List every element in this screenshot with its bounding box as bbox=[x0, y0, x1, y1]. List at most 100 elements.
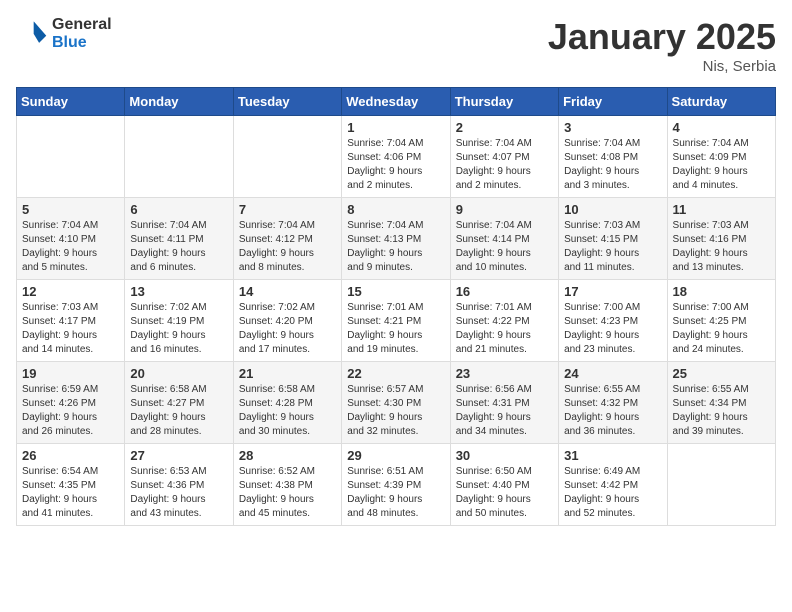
calendar-day: 15Sunrise: 7:01 AM Sunset: 4:21 PM Dayli… bbox=[342, 280, 450, 362]
day-number: 24 bbox=[564, 366, 661, 381]
calendar-day: 9 Sunrise: 7:04 AM Sunset: 4:14 PM Daylig… bbox=[450, 198, 558, 280]
calendar-day: 28 Sunrise: 6:52 AM Sunset: 4:38 PM Dayli… bbox=[233, 444, 341, 526]
day-info: Sunrise: 7:04 AM Sunset: 4:10 PM Dayligh… bbox=[22, 219, 119, 275]
day-info: Sunrise: 6:58 AM Sunset: 4:28 PM Dayligh… bbox=[239, 383, 336, 439]
weekday-header-tuesday: Tuesday bbox=[233, 88, 341, 116]
day-info: Sunrise: 7:02 AM Sunset: 4:19 PM Dayligh… bbox=[130, 301, 227, 357]
weekday-header-wednesday: Wednesday bbox=[342, 88, 450, 116]
day-info: Sunrise: 6:54 AM Sunset: 4:35 PM Dayligh… bbox=[22, 465, 119, 521]
day-number: 14 bbox=[239, 284, 336, 299]
day-number: 18 bbox=[673, 284, 770, 299]
calendar-day: 25Sunrise: 6:55 AM Sunset: 4:34 PM Dayli… bbox=[667, 362, 775, 444]
day-info: Sunrise: 6:51 AM Sunset: 4:39 PM Dayligh… bbox=[347, 465, 444, 521]
day-info: Sunrise: 7:01 AM Sunset: 4:22 PM Dayligh… bbox=[456, 301, 553, 357]
logo-general-text: General bbox=[52, 16, 112, 34]
day-number: 3 bbox=[564, 120, 661, 135]
calendar-day: 24Sunrise: 6:55 AM Sunset: 4:32 PM Dayli… bbox=[559, 362, 667, 444]
calendar-day bbox=[125, 116, 233, 198]
calendar-day: 31 Sunrise: 6:49 AM Sunset: 4:42 PM Dayli… bbox=[559, 444, 667, 526]
calendar-day: 10 Sunrise: 7:03 AM Sunset: 4:15 PM Dayli… bbox=[559, 198, 667, 280]
day-info: Sunrise: 6:59 AM Sunset: 4:26 PM Dayligh… bbox=[22, 383, 119, 439]
calendar-day: 4 Sunrise: 7:04 AM Sunset: 4:09 PM Daylig… bbox=[667, 116, 775, 198]
calendar-day: 30 Sunrise: 6:50 AM Sunset: 4:40 PM Dayli… bbox=[450, 444, 558, 526]
day-number: 20 bbox=[130, 366, 227, 381]
day-info: Sunrise: 6:58 AM Sunset: 4:27 PM Dayligh… bbox=[130, 383, 227, 439]
day-number: 31 bbox=[564, 448, 661, 463]
day-number: 6 bbox=[130, 202, 227, 217]
calendar-day: 18 Sunrise: 7:00 AM Sunset: 4:25 PM Dayli… bbox=[667, 280, 775, 362]
calendar-day: 7Sunrise: 7:04 AM Sunset: 4:12 PM Daylig… bbox=[233, 198, 341, 280]
day-info: Sunrise: 7:03 AM Sunset: 4:17 PM Dayligh… bbox=[22, 301, 119, 357]
calendar-day: 6 Sunrise: 7:04 AM Sunset: 4:11 PM Daylig… bbox=[125, 198, 233, 280]
day-info: Sunrise: 7:04 AM Sunset: 4:11 PM Dayligh… bbox=[130, 219, 227, 275]
day-number: 12 bbox=[22, 284, 119, 299]
weekday-header-monday: Monday bbox=[125, 88, 233, 116]
calendar-day: 12 Sunrise: 7:03 AM Sunset: 4:17 PM Dayli… bbox=[17, 280, 125, 362]
day-number: 22 bbox=[347, 366, 444, 381]
calendar-table: SundayMondayTuesdayWednesdayThursdayFrid… bbox=[16, 87, 776, 526]
logo-icon bbox=[16, 18, 48, 50]
day-info: Sunrise: 6:49 AM Sunset: 4:42 PM Dayligh… bbox=[564, 465, 661, 521]
day-number: 8 bbox=[347, 202, 444, 217]
calendar-day: 17Sunrise: 7:00 AM Sunset: 4:23 PM Dayli… bbox=[559, 280, 667, 362]
calendar-day: 8 Sunrise: 7:04 AM Sunset: 4:13 PM Daylig… bbox=[342, 198, 450, 280]
calendar-day: 27 Sunrise: 6:53 AM Sunset: 4:36 PM Dayli… bbox=[125, 444, 233, 526]
day-info: Sunrise: 7:04 AM Sunset: 4:06 PM Dayligh… bbox=[347, 137, 444, 193]
weekday-header-thursday: Thursday bbox=[450, 88, 558, 116]
weekday-header-row: SundayMondayTuesdayWednesdayThursdayFrid… bbox=[17, 88, 776, 116]
day-info: Sunrise: 6:53 AM Sunset: 4:36 PM Dayligh… bbox=[130, 465, 227, 521]
calendar-week-1: 5 Sunrise: 7:04 AM Sunset: 4:10 PM Daylig… bbox=[17, 198, 776, 280]
day-number: 5 bbox=[22, 202, 119, 217]
day-number: 10 bbox=[564, 202, 661, 217]
calendar-day: 29Sunrise: 6:51 AM Sunset: 4:39 PM Dayli… bbox=[342, 444, 450, 526]
day-info: Sunrise: 7:04 AM Sunset: 4:13 PM Dayligh… bbox=[347, 219, 444, 275]
day-info: Sunrise: 7:03 AM Sunset: 4:16 PM Dayligh… bbox=[673, 219, 770, 275]
month-title: January 2025 bbox=[548, 16, 776, 58]
calendar-day: 2 Sunrise: 7:04 AM Sunset: 4:07 PM Daylig… bbox=[450, 116, 558, 198]
day-info: Sunrise: 7:00 AM Sunset: 4:23 PM Dayligh… bbox=[564, 301, 661, 357]
day-number: 16 bbox=[456, 284, 553, 299]
day-info: Sunrise: 6:52 AM Sunset: 4:38 PM Dayligh… bbox=[239, 465, 336, 521]
calendar-day: 16 Sunrise: 7:01 AM Sunset: 4:22 PM Dayli… bbox=[450, 280, 558, 362]
day-info: Sunrise: 7:04 AM Sunset: 4:09 PM Dayligh… bbox=[673, 137, 770, 193]
day-number: 11 bbox=[673, 202, 770, 217]
day-number: 9 bbox=[456, 202, 553, 217]
day-number: 19 bbox=[22, 366, 119, 381]
calendar-week-4: 26 Sunrise: 6:54 AM Sunset: 4:35 PM Dayli… bbox=[17, 444, 776, 526]
weekday-header-sunday: Sunday bbox=[17, 88, 125, 116]
day-number: 1 bbox=[347, 120, 444, 135]
logo-blue-text: Blue bbox=[52, 34, 112, 52]
day-number: 30 bbox=[456, 448, 553, 463]
weekday-header-saturday: Saturday bbox=[667, 88, 775, 116]
day-number: 2 bbox=[456, 120, 553, 135]
calendar-week-2: 12 Sunrise: 7:03 AM Sunset: 4:17 PM Dayli… bbox=[17, 280, 776, 362]
day-number: 7 bbox=[239, 202, 336, 217]
day-number: 28 bbox=[239, 448, 336, 463]
day-info: Sunrise: 6:50 AM Sunset: 4:40 PM Dayligh… bbox=[456, 465, 553, 521]
day-number: 23 bbox=[456, 366, 553, 381]
day-info: Sunrise: 7:00 AM Sunset: 4:25 PM Dayligh… bbox=[673, 301, 770, 357]
day-number: 25 bbox=[673, 366, 770, 381]
day-number: 4 bbox=[673, 120, 770, 135]
day-number: 27 bbox=[130, 448, 227, 463]
calendar-day: 21Sunrise: 6:58 AM Sunset: 4:28 PM Dayli… bbox=[233, 362, 341, 444]
page-header: General Blue January 2025 Nis, Serbia bbox=[16, 16, 776, 75]
calendar-week-0: 1 Sunrise: 7:04 AM Sunset: 4:06 PM Daylig… bbox=[17, 116, 776, 198]
calendar-day bbox=[233, 116, 341, 198]
day-info: Sunrise: 6:56 AM Sunset: 4:31 PM Dayligh… bbox=[456, 383, 553, 439]
day-number: 26 bbox=[22, 448, 119, 463]
calendar-day: 13Sunrise: 7:02 AM Sunset: 4:19 PM Dayli… bbox=[125, 280, 233, 362]
day-info: Sunrise: 7:04 AM Sunset: 4:08 PM Dayligh… bbox=[564, 137, 661, 193]
day-info: Sunrise: 7:02 AM Sunset: 4:20 PM Dayligh… bbox=[239, 301, 336, 357]
day-info: Sunrise: 6:57 AM Sunset: 4:30 PM Dayligh… bbox=[347, 383, 444, 439]
calendar-day: 19 Sunrise: 6:59 AM Sunset: 4:26 PM Dayli… bbox=[17, 362, 125, 444]
calendar-day: 22 Sunrise: 6:57 AM Sunset: 4:30 PM Dayli… bbox=[342, 362, 450, 444]
day-info: Sunrise: 7:04 AM Sunset: 4:14 PM Dayligh… bbox=[456, 219, 553, 275]
title-block: January 2025 Nis, Serbia bbox=[548, 16, 776, 75]
calendar-day: 23 Sunrise: 6:56 AM Sunset: 4:31 PM Dayli… bbox=[450, 362, 558, 444]
calendar-day: 11 Sunrise: 7:03 AM Sunset: 4:16 PM Dayli… bbox=[667, 198, 775, 280]
day-info: Sunrise: 7:04 AM Sunset: 4:07 PM Dayligh… bbox=[456, 137, 553, 193]
day-info: Sunrise: 7:03 AM Sunset: 4:15 PM Dayligh… bbox=[564, 219, 661, 275]
calendar-day: 20 Sunrise: 6:58 AM Sunset: 4:27 PM Dayli… bbox=[125, 362, 233, 444]
calendar-day: 26 Sunrise: 6:54 AM Sunset: 4:35 PM Dayli… bbox=[17, 444, 125, 526]
